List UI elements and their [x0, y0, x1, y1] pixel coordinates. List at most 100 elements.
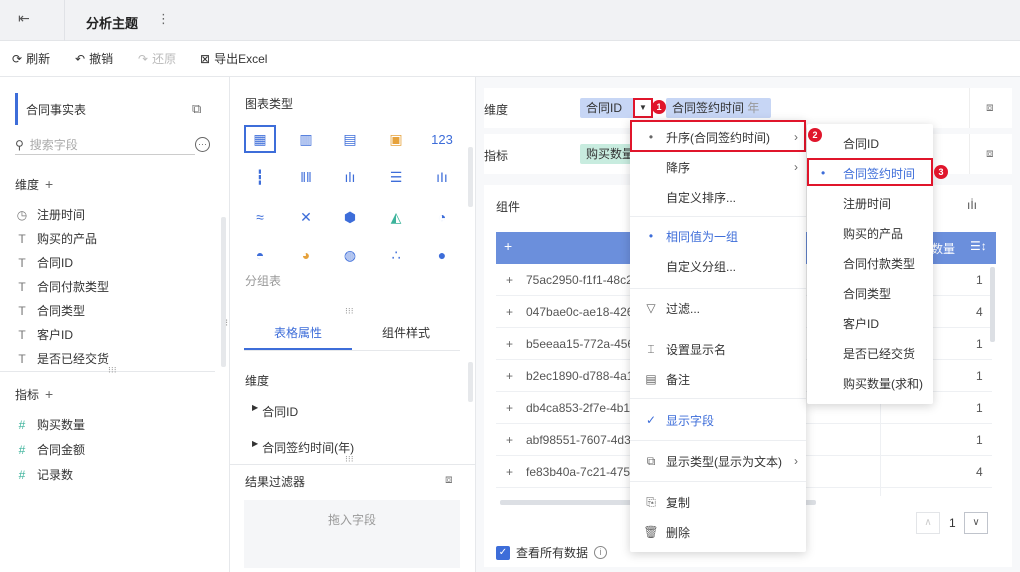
field-item[interactable]: T 合同付款类型 [15, 278, 109, 295]
column-chart-type-icon[interactable]: ┇ [246, 165, 274, 189]
expand-row-icon[interactable]: + [506, 305, 526, 319]
settings-icon[interactable]: ⧈ [986, 100, 994, 115]
exit-icon[interactable]: ⇤ [18, 10, 46, 30]
tab-table-properties[interactable]: 表格属性 [244, 315, 352, 350]
dim-item[interactable]: ▶ 合同签约时间(年) [252, 439, 354, 456]
settings-icon[interactable]: ⧈ [986, 146, 994, 161]
field-item[interactable]: # 合同金额 [15, 441, 85, 458]
line-chart-type-icon[interactable]: ≈ [246, 205, 274, 229]
expand-row-icon[interactable]: + [506, 401, 526, 415]
add-metric-icon[interactable]: + [45, 386, 53, 402]
submenu-item[interactable]: 合同付款类型 [807, 248, 933, 278]
expand-row-icon[interactable]: + [506, 433, 526, 447]
submenu-item[interactable]: 合同类型 [807, 278, 933, 308]
redo-button[interactable]: ↷ 还原 [138, 50, 176, 67]
submenu-item[interactable]: 购买数量(求和) [807, 368, 933, 398]
field-item[interactable]: # 购买数量 [15, 416, 85, 433]
switch-table-icon[interactable]: ⧉ [192, 101, 201, 117]
radar-type-icon[interactable]: ⬢ [336, 205, 364, 229]
more-options-icon[interactable]: ··· [195, 137, 210, 152]
expand-row-icon[interactable]: + [506, 465, 526, 479]
field-item[interactable]: T 购买的产品 [15, 230, 97, 247]
field-label: 购买的产品 [37, 232, 98, 246]
expand-row-icon[interactable]: + [506, 369, 526, 383]
scrollbar[interactable] [221, 217, 226, 367]
sort-icon[interactable]: ☰↕ [970, 239, 987, 253]
submenu-item-label: 客户ID [843, 316, 880, 331]
export-excel-button[interactable]: ⊠ 导出Excel [200, 50, 267, 67]
menu-item[interactable]: ✓ 显示字段 [630, 405, 806, 435]
refresh-button[interactable]: ⟳ 刷新 [12, 50, 50, 67]
panel-resize-handle[interactable]: ⁝ [225, 318, 228, 329]
field-item[interactable]: # 记录数 [15, 466, 73, 483]
view-all-data-checkbox[interactable]: ✓ 查看所有数据 i [496, 544, 608, 561]
rose-chart-type-icon[interactable]: ◕ [292, 243, 320, 267]
page-prev-button[interactable]: ∧ [916, 512, 940, 534]
submenu-item[interactable]: 客户ID [807, 308, 933, 338]
menu-item[interactable]: 自定义排序... [630, 182, 806, 212]
search-icon: ⚲ [15, 137, 24, 152]
stacked-column-type-icon[interactable]: ‖‖ [292, 165, 320, 189]
scrollbar[interactable] [468, 362, 473, 402]
number-type-icon[interactable]: 123 [428, 127, 456, 151]
expand-row-icon[interactable]: + [506, 337, 526, 351]
menu-item[interactable]: 降序 › [630, 152, 806, 182]
tab-component-style[interactable]: 组件样式 [352, 315, 460, 350]
expand-row-icon[interactable]: + [506, 273, 526, 287]
kpi-type-icon[interactable]: ▣ [382, 127, 410, 151]
grouped-table-type-icon[interactable]: ▦ [244, 125, 276, 153]
more-vertical-icon[interactable]: ⋮ [157, 11, 170, 27]
filter-drop-zone[interactable]: 拖入字段 [244, 500, 460, 568]
table-selector[interactable]: 合同事实表 [15, 93, 215, 125]
filter-icon: ▽ [646, 301, 656, 315]
multi-line-type-icon[interactable]: ✕ [292, 205, 320, 229]
undo-button[interactable]: ↶ 撤销 [75, 50, 113, 67]
row-id: fe83b40a-7c21-475 [526, 464, 631, 479]
submenu-item[interactable]: 合同ID [807, 128, 933, 158]
menu-item[interactable]: ⎘ 复制 [630, 487, 806, 517]
search-input[interactable]: ⚲ 搜索字段 [15, 135, 195, 155]
map-type-icon[interactable]: ◍ [336, 243, 364, 267]
scatter-type-icon[interactable]: ∴ [382, 243, 410, 267]
expand-all-icon[interactable]: + [504, 238, 512, 254]
detail-table-type-icon[interactable]: ▤ [336, 127, 364, 151]
menu-item[interactable]: 🗑 删除 [630, 517, 806, 547]
scrollbar[interactable] [990, 267, 995, 342]
menu-item[interactable]: • 相同值为一组 [630, 221, 806, 251]
field-item[interactable]: T 合同ID [15, 254, 73, 271]
info-icon[interactable]: i [594, 546, 608, 559]
text-field-icon: T [18, 231, 26, 246]
field-item[interactable]: T 合同类型 [15, 302, 85, 319]
submenu-item-label: 购买的产品 [843, 226, 904, 241]
add-dimension-icon[interactable]: + [45, 176, 53, 192]
horizontal-bar-type-icon[interactable]: ☰ [382, 165, 410, 189]
menu-item[interactable]: ⧉ 显示类型(显示为文本) › [630, 446, 806, 476]
field-item[interactable]: T 客户ID [15, 326, 73, 343]
menu-item[interactable]: 自定义分组... [630, 251, 806, 281]
field-item[interactable]: T 是否已经交货 [15, 350, 109, 367]
area-chart-type-icon[interactable]: ◭ [382, 205, 410, 229]
submenu-item[interactable]: 购买的产品 [807, 218, 933, 248]
dropdown-arrow-icon[interactable]: ▼ [633, 98, 653, 118]
multi-bar-type-icon[interactable]: ıIı [428, 165, 456, 189]
bar-chart-type-icon[interactable]: ılı [336, 165, 364, 189]
submenu-item[interactable]: 注册时间 [807, 188, 933, 218]
gauge-type-icon[interactable]: ◔ [428, 205, 456, 229]
measure-field-icon: # [18, 417, 26, 432]
bubble-type-icon[interactable]: ● [428, 243, 456, 267]
resize-handle[interactable]: ⁝⁝⁝ [108, 365, 117, 376]
submenu-item[interactable]: 是否已经交货 [807, 338, 933, 368]
menu-item[interactable]: ⌶ 设置显示名 [630, 334, 806, 364]
menu-item[interactable]: ▤ 备注 [630, 364, 806, 394]
dim-item[interactable]: ▶ 合同ID [252, 403, 298, 420]
field-item[interactable]: ◷ 注册时间 [15, 206, 85, 223]
cross-table-type-icon[interactable]: ▥ [292, 127, 320, 151]
chart-style-icon[interactable]: ıİı [967, 198, 977, 212]
scrollbar[interactable] [468, 147, 473, 207]
pie-chart-type-icon[interactable]: ◓ [246, 243, 274, 267]
menu-item[interactable]: ▽ 过滤... [630, 293, 806, 323]
page-next-button[interactable]: ∨ [964, 512, 988, 534]
column-header-quantity[interactable]: 数量 [931, 240, 955, 257]
dim-pill-sign-date[interactable]: 合同签约时间 年 [666, 98, 771, 118]
filter-settings-icon[interactable]: ⧈ [445, 472, 453, 487]
